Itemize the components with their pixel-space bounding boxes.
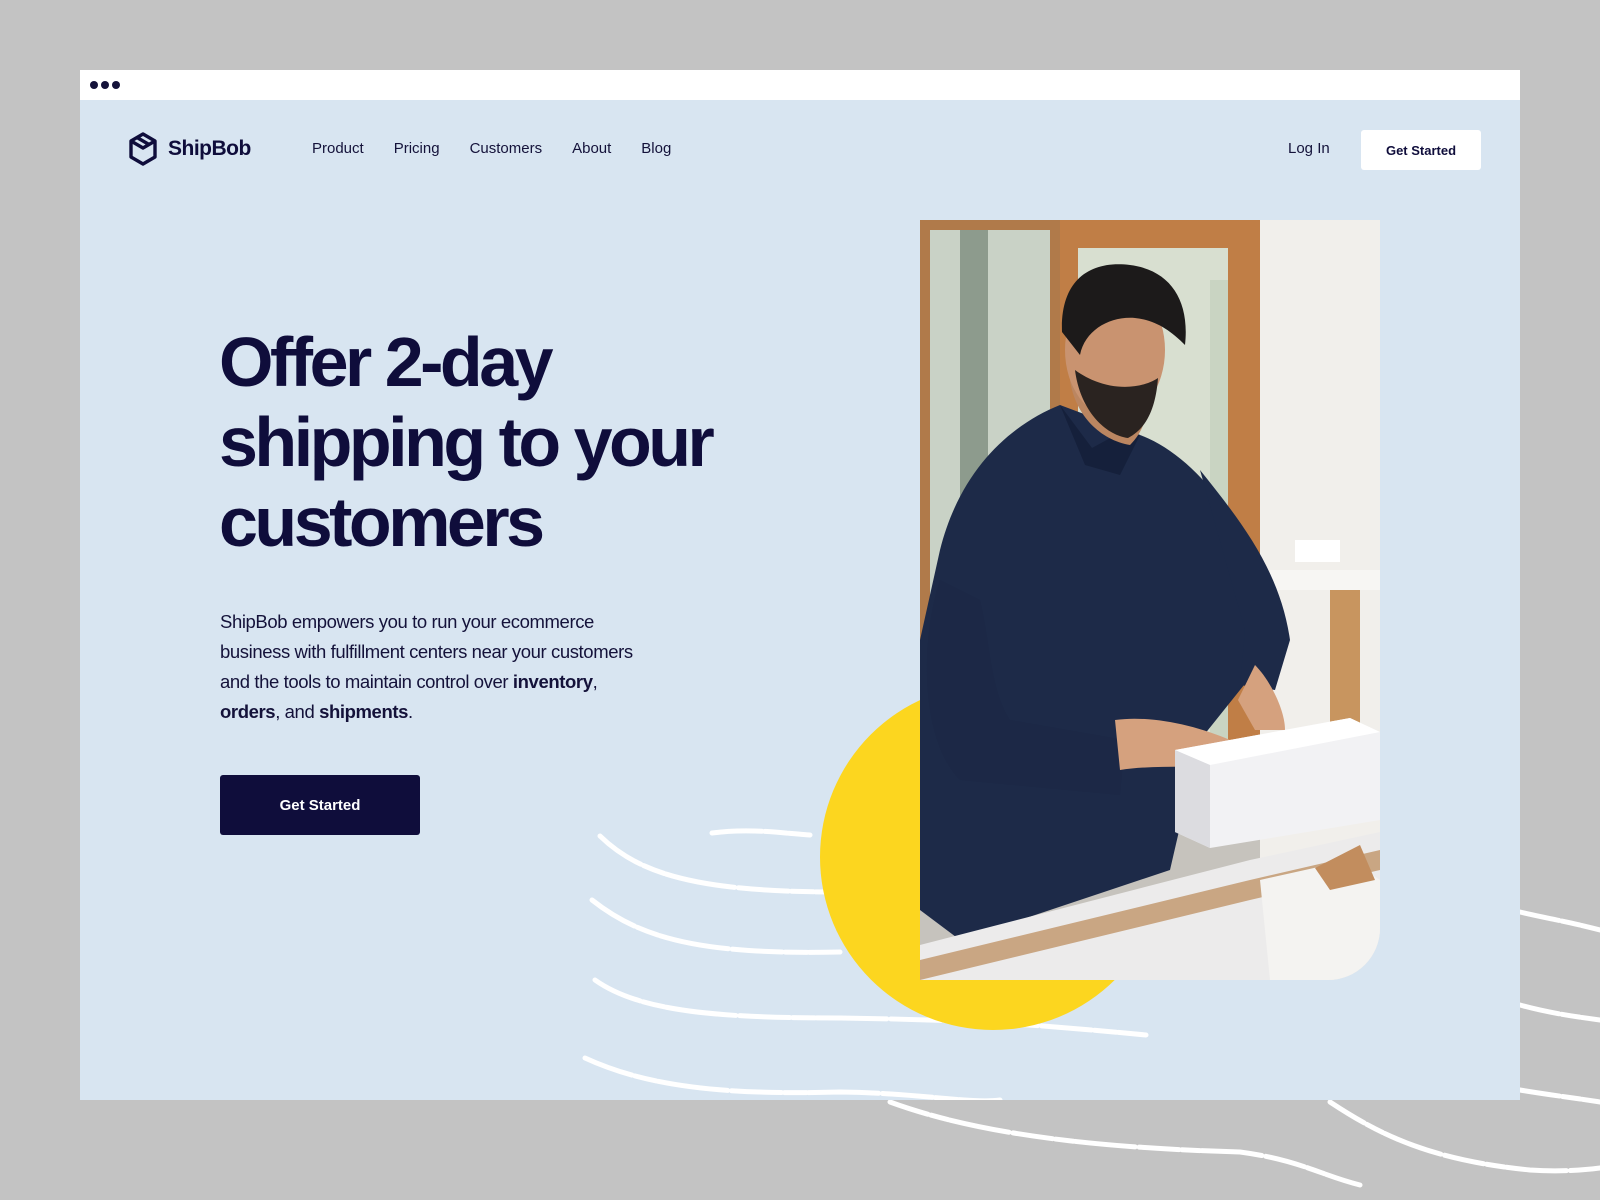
nav-item-product[interactable]: Product (312, 140, 364, 157)
headline-line-3: customers (219, 483, 545, 561)
description-sep-2: , and (275, 701, 320, 722)
nav-item-pricing[interactable]: Pricing (394, 140, 440, 157)
description-orders: orders (220, 701, 276, 722)
hero-get-started-button[interactable]: Get Started (220, 775, 420, 835)
window-dot-2[interactable] (101, 81, 109, 89)
login-link[interactable]: Log In (1288, 140, 1330, 157)
photo-man-packing-box (920, 220, 1380, 980)
window-dot-1[interactable] (90, 81, 98, 89)
description-shipments: shipments (319, 701, 408, 722)
description-inventory: inventory (512, 671, 593, 692)
description-sep-1: , (592, 671, 598, 692)
nav-item-blog[interactable]: Blog (641, 140, 671, 157)
nav-item-about[interactable]: About (572, 140, 611, 157)
screenshot-stage: ShipBob Product Pricing Customers About … (0, 0, 1600, 1200)
page-content: ShipBob Product Pricing Customers About … (80, 100, 1520, 1100)
description-end: . (408, 701, 413, 722)
hexagon-box-icon (129, 132, 157, 166)
brand-logo[interactable]: ShipBob (128, 132, 251, 166)
nav-menu: Product Pricing Customers About Blog (312, 140, 671, 157)
browser-window: ShipBob Product Pricing Customers About … (80, 70, 1520, 1100)
window-controls[interactable] (90, 81, 120, 89)
nav-get-started-button[interactable]: Get Started (1361, 130, 1481, 170)
top-navigation: ShipBob Product Pricing Customers About … (80, 100, 1520, 200)
hero-photo (920, 220, 1380, 980)
browser-titlebar (80, 70, 1520, 100)
hero-description: ShipBob empowers you to run your ecommer… (220, 607, 660, 727)
brand-name: ShipBob (168, 137, 251, 160)
window-dot-3[interactable] (112, 81, 120, 89)
hero-headline: Offer 2-day shipping to your customers (219, 322, 779, 562)
headline-line-1: Offer 2-day (219, 323, 554, 401)
headline-line-2: shipping to your (219, 403, 715, 481)
nav-item-customers[interactable]: Customers (470, 140, 543, 157)
